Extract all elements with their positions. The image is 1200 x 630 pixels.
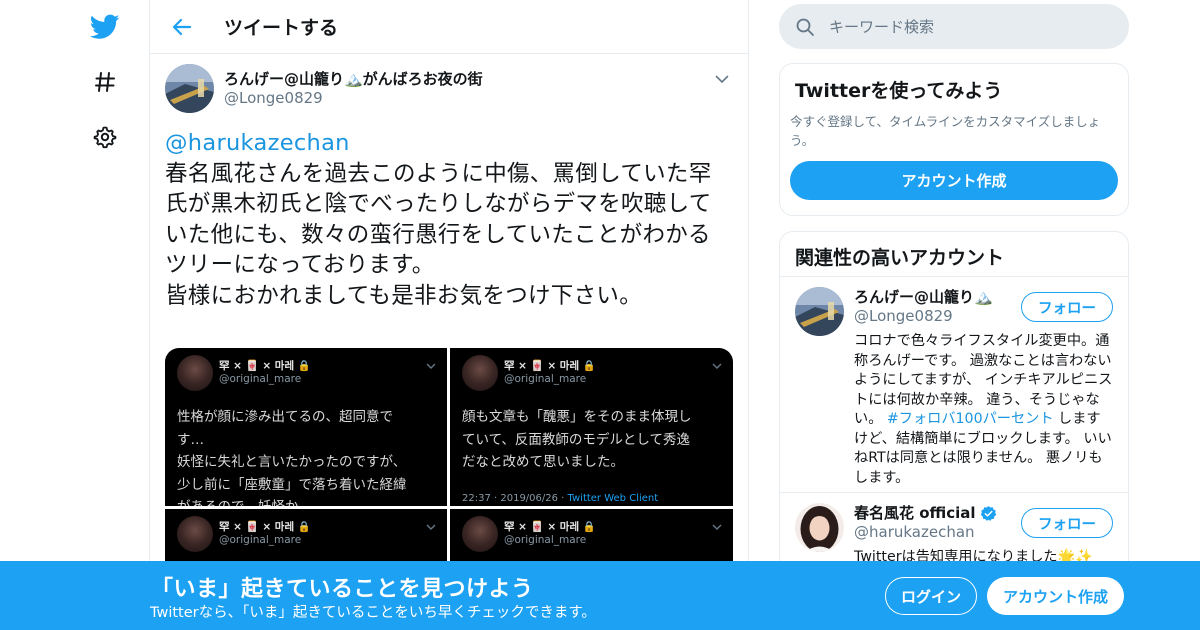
- search-input[interactable]: [829, 17, 1099, 36]
- related-account-name-text: 春名風花 official: [854, 504, 976, 522]
- tweet-header: ろんげー@山籠り🏔️がんばろお夜の街 @Longe0829: [165, 64, 733, 116]
- banner-title: 「いま」起きていることを見つけよう: [151, 577, 534, 602]
- search-box: [779, 4, 1129, 49]
- screenshot-text: 顔も文章も「醜悪」をそのまま体現し ていて、反面教師のモデルとして秀逸 だなと改…: [462, 406, 723, 474]
- screenshot-line: があるので…妖怪か: [177, 496, 437, 506]
- avatar: [462, 516, 498, 552]
- settings-button[interactable]: [82, 114, 128, 160]
- chevron-down-icon: [426, 363, 436, 369]
- avatar: [177, 355, 213, 391]
- author-name[interactable]: ろんげー@山籠り🏔️がんばろお夜の街: [224, 69, 483, 89]
- twitter-logo-button[interactable]: [82, 4, 128, 50]
- related-account-bio: コロナで色々ライフスタイル変更中。通称ろんげーです。 過激なことは言わないように…: [854, 332, 1113, 488]
- avatar-image: [795, 287, 844, 336]
- avatar-image: [165, 64, 214, 113]
- screenshot-line: 妖怪に失礼と言いたかったのですが、: [177, 454, 407, 470]
- tweet: ろんげー@山籠り🏔️がんばろお夜の街 @Longe0829 @harukazec…: [150, 54, 748, 311]
- back-button[interactable]: [162, 7, 202, 47]
- page: ツイートする ろんげー@山籠り🏔️がんばろお夜の街 @Longe0829 @ha…: [0, 0, 1200, 630]
- mention-link[interactable]: @harukazechan: [165, 128, 733, 159]
- screenshot-line: 性格が顔に滲み出てるの、超同意で: [177, 409, 393, 425]
- screenshot-line: ていて、反面教師のモデルとして秀逸: [462, 431, 691, 448]
- avatar[interactable]: [795, 287, 844, 336]
- screenshot-author-handle: @original_mare: [219, 373, 302, 385]
- tweet-menu-button[interactable]: [711, 68, 733, 90]
- tweet-line: 春名風花さんを過去このように中傷、罵倒していた罕: [165, 160, 712, 187]
- create-account-button[interactable]: アカウント作成: [790, 161, 1118, 200]
- screenshot-line: 少し前に「座敷童」で落ち着いた経緯: [177, 476, 407, 493]
- avatar[interactable]: [795, 503, 844, 552]
- screenshot-author-name: 罕 × 🀄 × 마레 🔒: [219, 360, 311, 372]
- screenshot-line: す…: [177, 431, 204, 448]
- gear-icon: [93, 126, 117, 149]
- screenshot-author-handle: @original_mare: [504, 373, 587, 385]
- screenshot-author-name: 罕 × 🀄 × 마레 🔒: [504, 360, 596, 372]
- screenshot-text: 性格が顔に滲み出てるの、超同意で す… 妖怪に失礼と言いたかったのですが、 少し…: [177, 406, 437, 506]
- screenshot-author-name: 罕 × 🀄 × 마레 🔒: [504, 521, 596, 533]
- chevron-down-icon: [426, 524, 436, 530]
- screenshot-author-handle: @original_mare: [219, 534, 302, 546]
- tweet-line: 皆様におかれましても是非お気をつけ下さい。: [165, 282, 643, 309]
- signup-card-title: Twitterを使ってみよう: [795, 80, 1003, 102]
- signup-banner: 「いま」起きていることを見つけよう Twitterなら、「いま」起きていることを…: [0, 561, 1200, 630]
- page-header: ツイートする: [150, 0, 748, 54]
- avatar: [462, 355, 498, 391]
- screenshot-author-handle: @original_mare: [504, 534, 587, 546]
- tweet-line: いた他にも、数々の蛮行愚行をしていたことがわかる: [165, 221, 711, 248]
- avatar[interactable]: [165, 64, 214, 113]
- chevron-down-icon: [712, 363, 722, 369]
- screenshot-timestamp: 22:37 · 2019/06/26 ·: [462, 493, 568, 504]
- media-image[interactable]: 罕 × 🀄 × 마레 🔒 @original_mare 性格が顔に滲み出てるの、…: [165, 348, 447, 506]
- signup-card: Twitterを使ってみよう 今すぐ登録して、タイムラインをカスタマイズしましょ…: [779, 63, 1129, 216]
- tweet-line: 氏が黒木初氏と陰でべったりしながらデマを吹聴して: [165, 191, 712, 217]
- screenshot-line: だなと改めて思いました。: [462, 454, 624, 470]
- arrow-left-icon: [172, 18, 192, 35]
- media-image[interactable]: 罕 × 🀄 × 마레 🔒 @original_mare 顔も文章も「醜悪」をその…: [450, 348, 733, 506]
- banner-create-account-button[interactable]: アカウント作成: [987, 577, 1124, 615]
- chevron-down-icon: [715, 75, 729, 83]
- screenshot-client: Twitter Web Client: [567, 493, 659, 504]
- follow-button[interactable]: フォロー: [1021, 508, 1113, 538]
- tweet-line: ツリーになっております。: [165, 252, 435, 278]
- page-title: ツイートする: [224, 17, 339, 39]
- avatar-image: [795, 503, 844, 552]
- search-icon: [796, 18, 814, 36]
- screenshot-footer: 22:37 · 2019/06/26 · Twitter Web Client: [462, 493, 658, 504]
- signup-card-description: 今すぐ登録して、タイムラインをカスタマイズしましょう。: [790, 114, 1101, 148]
- avatar: [177, 516, 213, 552]
- tweet-text: @harukazechan 春名風花さんを過去このように中傷、罵倒していた罕 氏…: [165, 128, 733, 311]
- left-nav: [0, 0, 150, 630]
- explore-button[interactable]: [82, 59, 128, 105]
- verified-badge-icon: [980, 505, 996, 521]
- related-account[interactable]: ろんげー@山籠り🏔️ @Longe0829 コロナで色々ライフスタイル変更中。通…: [780, 277, 1128, 493]
- author-handle[interactable]: @Longe0829: [224, 89, 483, 108]
- login-button[interactable]: ログイン: [885, 577, 977, 615]
- banner-subtitle: Twitterなら、「いま」起きていることをいち早くチェックできます。: [150, 605, 596, 621]
- follow-button[interactable]: フォロー: [1021, 292, 1113, 322]
- hashtag-icon: [95, 72, 115, 92]
- related-accounts-title: 関連性の高いアカウント: [780, 232, 1128, 277]
- chevron-down-icon: [712, 524, 722, 530]
- screenshot-line: 顔も文章も「醜悪」をそのまま体現し: [462, 409, 692, 425]
- screenshot-author-name: 罕 × 🀄 × 마레 🔒: [219, 521, 311, 533]
- hashtag-link[interactable]: #フォロバ100パーセント: [887, 411, 1054, 427]
- twitter-bird-icon: [90, 14, 120, 39]
